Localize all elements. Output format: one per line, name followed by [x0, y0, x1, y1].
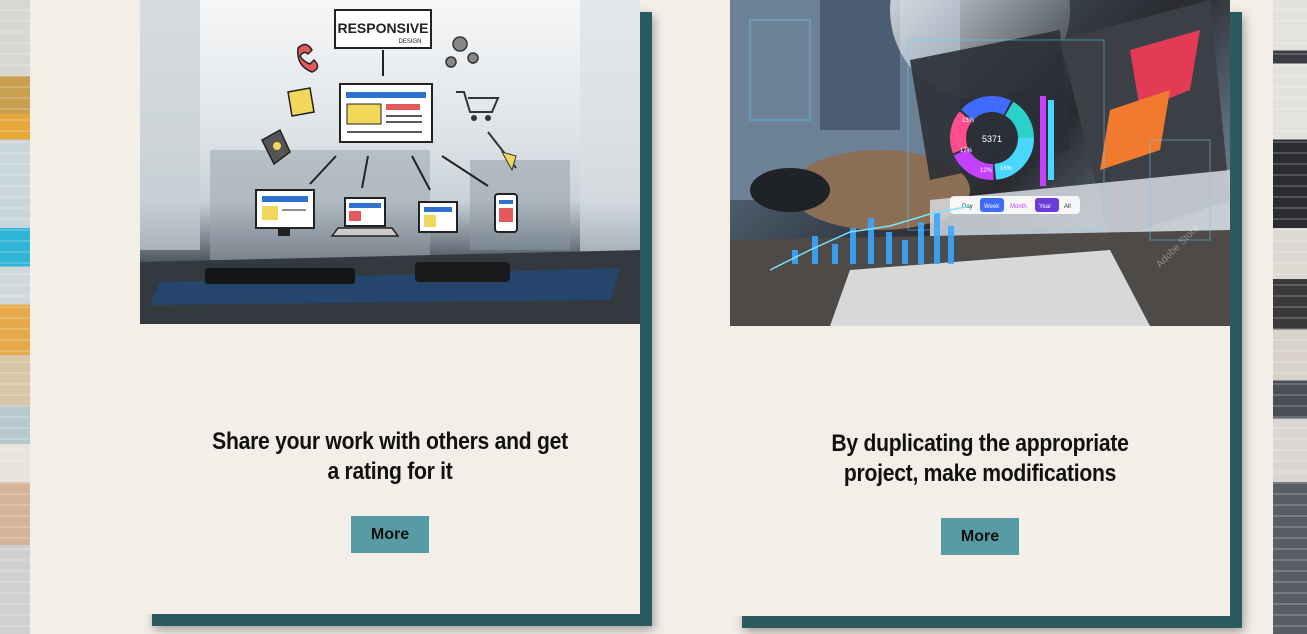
donut-percent-1: 13% — [962, 118, 975, 124]
donut-value: 5371 — [982, 134, 1002, 144]
feature-card-share: RESPONSIVE DESIGN Share your work with o… — [140, 0, 640, 614]
feature-card-duplicate: 5371 13% 17% 12% 16% Day Week Month Year… — [730, 0, 1230, 616]
more-button[interactable]: More — [941, 518, 1019, 555]
donut-percent-4: 16% — [1000, 166, 1013, 172]
donut-percent-3: 12% — [980, 168, 993, 174]
tab-all: All — [1064, 204, 1071, 210]
card-title: By duplicating the appropriate project, … — [831, 430, 1129, 487]
background-photo-right — [1273, 0, 1307, 634]
tab-week: Week — [984, 204, 1000, 210]
more-button[interactable]: More — [351, 516, 429, 553]
analytics-dashboard-illustration: 5371 13% 17% 12% 16% Day Week Month Year… — [730, 0, 1230, 326]
illustration-subtitle: DESIGN — [398, 39, 421, 45]
card-title: Share your work with others and get a ra… — [212, 428, 568, 485]
page: RESPONSIVE DESIGN Share your work with o… — [0, 0, 1307, 634]
tab-month: Month — [1010, 204, 1027, 210]
illustration-title: RESPONSIVE — [337, 20, 428, 36]
responsive-design-illustration: RESPONSIVE DESIGN — [140, 0, 640, 324]
donut-percent-2: 17% — [960, 148, 973, 154]
background-photo-left — [0, 0, 30, 634]
responsive-design-image: RESPONSIVE DESIGN — [140, 0, 640, 324]
analytics-photo: 5371 13% 17% 12% 16% Day Week Month Year… — [730, 0, 1230, 326]
tab-year: Year — [1039, 204, 1051, 210]
